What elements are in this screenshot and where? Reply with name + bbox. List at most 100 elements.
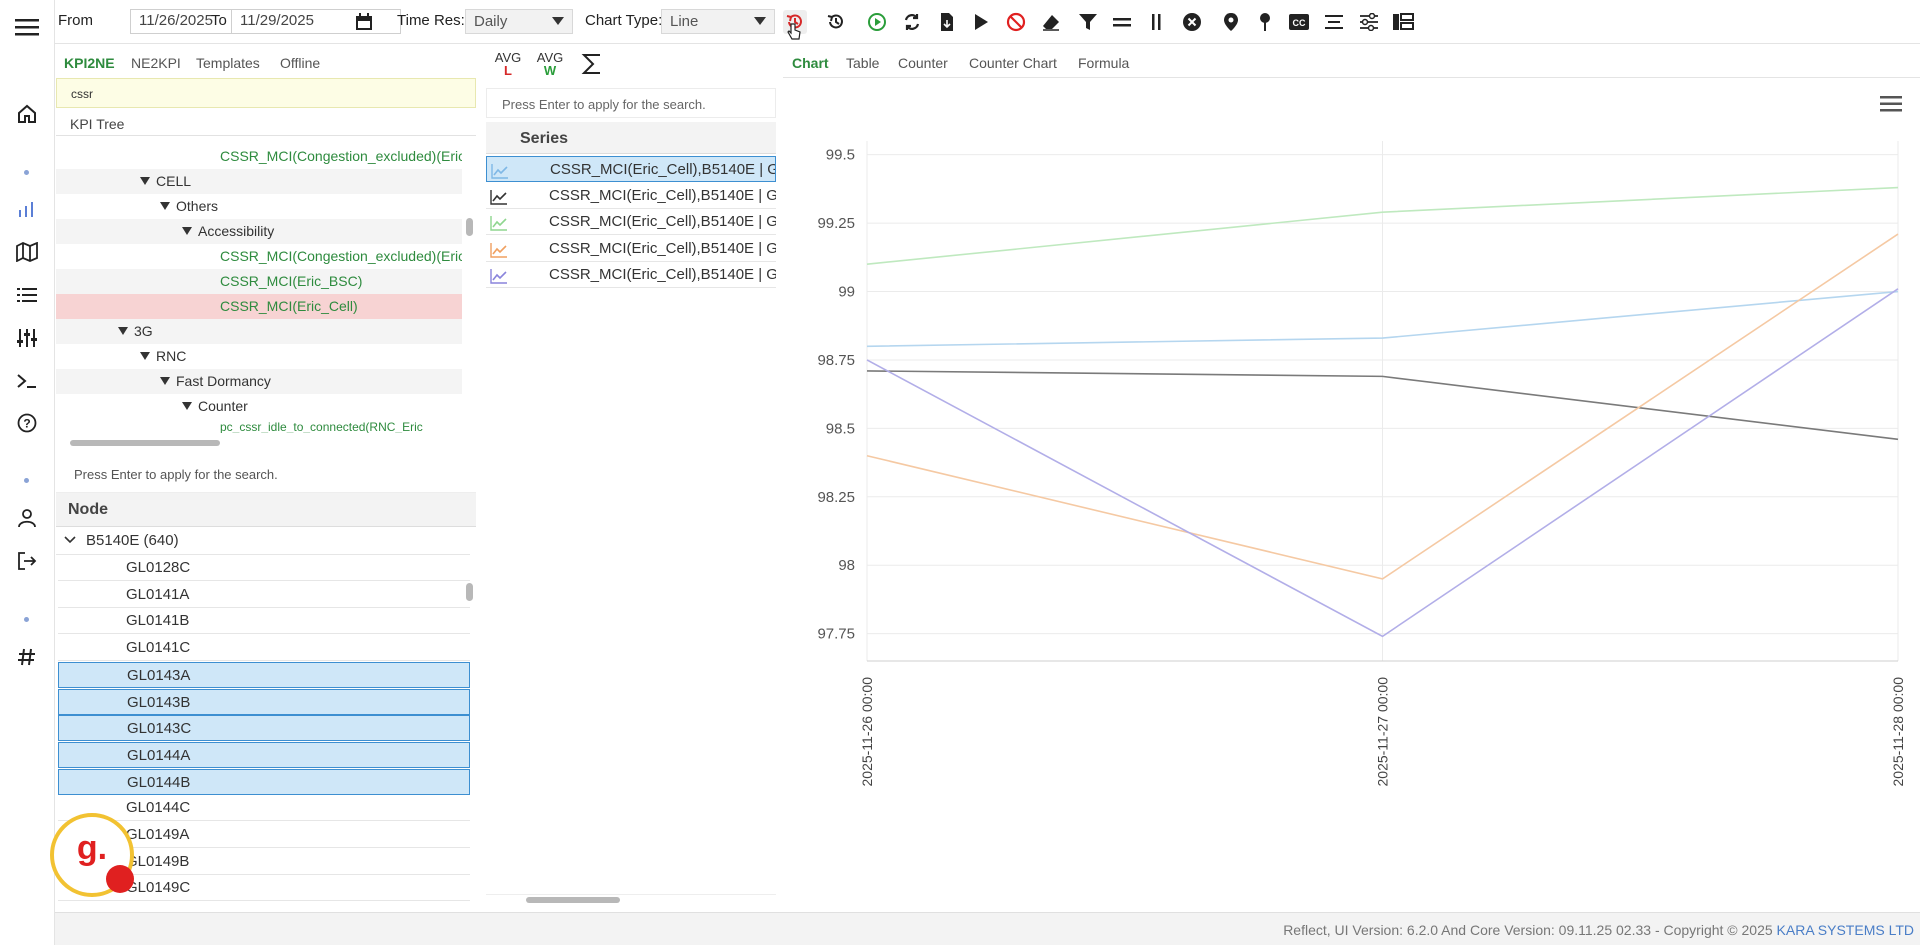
block-icon[interactable] (1004, 10, 1028, 34)
node-row[interactable]: GL0144A (58, 741, 470, 768)
tree-item[interactable]: CSSR_MCI(Eric_BSC) (56, 269, 462, 294)
series-row[interactable]: CSSR_MCI(Eric_Cell),B5140E | GL (486, 209, 776, 235)
terminal-icon[interactable] (14, 368, 40, 394)
svg-text:?: ? (23, 417, 30, 431)
sum-icon[interactable] (581, 52, 605, 78)
node-search-input[interactable]: Press Enter to apply for the search. (56, 455, 476, 493)
node-row[interactable]: GL0128C (58, 555, 470, 581)
y-tick-label: 99 (838, 284, 855, 301)
user-icon[interactable] (14, 505, 40, 531)
tab-templates[interactable]: Templates (196, 55, 260, 71)
tab-kpi2ne[interactable]: KPI2NE (64, 55, 115, 71)
tree-node-accessibility[interactable]: Accessibility (56, 219, 462, 244)
node-row[interactable]: GL0143C (58, 715, 470, 742)
kpi-search-input[interactable]: cssr (56, 78, 476, 108)
tree-item[interactable]: CSSR_MCI(Congestion_excluded)(Eric (56, 244, 462, 269)
chart-tabs: Chart Table Counter Counter Chart Formul… (783, 46, 1920, 78)
series-label: CSSR_MCI(Eric_Cell),B5140E | GL (549, 266, 776, 283)
history-icon[interactable] (824, 10, 848, 34)
node-row[interactable]: GL0141C (58, 635, 470, 662)
tab-formula[interactable]: Formula (1078, 55, 1129, 71)
series-row[interactable]: CSSR_MCI(Eric_Cell),B5140E | GL (486, 156, 776, 182)
tree-node-cell[interactable]: CELL (56, 169, 462, 194)
node-row[interactable]: GL0141A (58, 582, 470, 608)
tree-node-label: 3G (134, 323, 153, 339)
chart-type-value: Line (670, 13, 699, 30)
to-label: To (211, 12, 227, 29)
chart-menu-icon[interactable] (1880, 94, 1906, 118)
top-toolbar: From 11/26/2025 To 11/29/2025 Time Res: … (55, 0, 1920, 44)
tab-table[interactable]: Table (846, 55, 879, 71)
line-chart-icon (491, 162, 509, 179)
avg-l-button[interactable]: AVG L (491, 51, 525, 81)
equals-icon[interactable] (1110, 10, 1134, 34)
caret-down-icon (118, 327, 128, 335)
tree-item-selected[interactable]: CSSR_MCI(Eric_Cell) (56, 294, 462, 319)
node-row[interactable]: GL0141B (58, 608, 470, 635)
line-chart: 99.5 99.25 99 98.75 98.5 98.25 98 97.75 2025-11-… (817, 141, 1906, 787)
hash-icon[interactable] (14, 644, 40, 670)
tree-item[interactable]: CSSR_MCI(Congestion_excluded)(Eric (56, 144, 462, 169)
tab-counter[interactable]: Counter (898, 55, 948, 71)
tab-ne2kpi[interactable]: NE2KPI (131, 55, 181, 71)
y-tick-label: 98 (838, 557, 855, 574)
tree-item[interactable]: pc_cssr_idle_to_connected(RNC_Eric (56, 421, 462, 433)
home-icon[interactable] (14, 101, 40, 127)
chart-type-select[interactable]: Line (661, 9, 775, 34)
export-file-icon[interactable] (935, 10, 959, 34)
list-icon[interactable] (14, 282, 40, 308)
tree-node-others[interactable]: Others (56, 194, 462, 219)
tree-layout-icon[interactable] (1391, 10, 1415, 34)
pushpin-icon[interactable] (1253, 10, 1277, 34)
series-list: CSSR_MCI(Eric_Cell),B5140E | GL CSSR_MCI(… (486, 156, 776, 296)
footer-brand-link[interactable]: KARA SYSTEMS LTD (1777, 922, 1914, 938)
closed-caption-icon[interactable]: CC (1287, 10, 1311, 34)
tab-chart[interactable]: Chart (792, 55, 829, 71)
caret-down-icon (140, 352, 150, 360)
avg-w-button[interactable]: AVG W (533, 51, 567, 81)
kpi-horizontal-scrollbar[interactable] (70, 440, 220, 446)
tree-item-label: pc_cssr_idle_to_connected(RNC_Eric (220, 421, 423, 433)
menu-icon[interactable] (14, 14, 40, 40)
tree-node-counter[interactable]: Counter (56, 394, 462, 419)
calendar-icon[interactable] (352, 10, 376, 34)
time-res-select[interactable]: Daily (465, 9, 573, 34)
node-row[interactable]: GL0143A (58, 661, 470, 688)
series-row[interactable]: CSSR_MCI(Eric_Cell),B5140E | GL (486, 236, 776, 262)
tree-node-3g[interactable]: 3G (56, 319, 462, 344)
tree-node-fast-dormancy[interactable]: Fast Dormancy (56, 369, 462, 394)
series-row[interactable]: CSSR_MCI(Eric_Cell),B5140E | GL (486, 183, 776, 209)
chart-icon[interactable] (14, 196, 40, 222)
kpi-tree-header: KPI Tree (56, 110, 476, 136)
settings-sliders-icon[interactable] (1357, 10, 1381, 34)
floating-logo-badge[interactable]: g. (50, 813, 134, 897)
kpi-vertical-scrollbar[interactable] (466, 218, 473, 236)
help-icon[interactable]: ? (14, 410, 40, 436)
pause-bars-icon[interactable] (1145, 10, 1169, 34)
tab-offline[interactable]: Offline (280, 55, 320, 71)
series-search-input[interactable]: Press Enter to apply for the search. (486, 88, 776, 118)
node-row[interactable]: GL0144B (58, 768, 470, 795)
play-circle-icon[interactable] (865, 10, 889, 34)
logout-icon[interactable] (14, 548, 40, 574)
close-circle-icon[interactable] (1180, 10, 1204, 34)
node-group-b5140e[interactable]: B5140E (640) (56, 527, 470, 555)
node-row[interactable]: GL0144C (58, 795, 470, 822)
tab-counter-chart[interactable]: Counter Chart (969, 55, 1057, 71)
series-row[interactable]: CSSR_MCI(Eric_Cell),B5140E | GL (486, 262, 776, 288)
tree-node-rnc[interactable]: RNC (56, 344, 462, 369)
chart-panel: Chart Table Counter Counter Chart Formul… (783, 46, 1920, 908)
sliders-icon[interactable] (14, 325, 40, 351)
series-horizontal-scrollbar[interactable] (526, 897, 620, 903)
series-label: CSSR_MCI(Eric_Cell),B5140E | GL (549, 239, 776, 257)
eraser-icon[interactable] (1039, 10, 1063, 34)
notification-dot (106, 865, 134, 893)
filter-icon[interactable] (1076, 10, 1100, 34)
refresh-icon[interactable] (900, 10, 924, 34)
map-icon[interactable] (14, 239, 40, 265)
location-pin-icon[interactable] (1219, 10, 1243, 34)
align-lines-icon[interactable] (1322, 10, 1346, 34)
node-row[interactable]: GL0143B (58, 688, 470, 715)
play-icon[interactable] (969, 10, 993, 34)
node-vertical-scrollbar[interactable] (466, 583, 473, 601)
